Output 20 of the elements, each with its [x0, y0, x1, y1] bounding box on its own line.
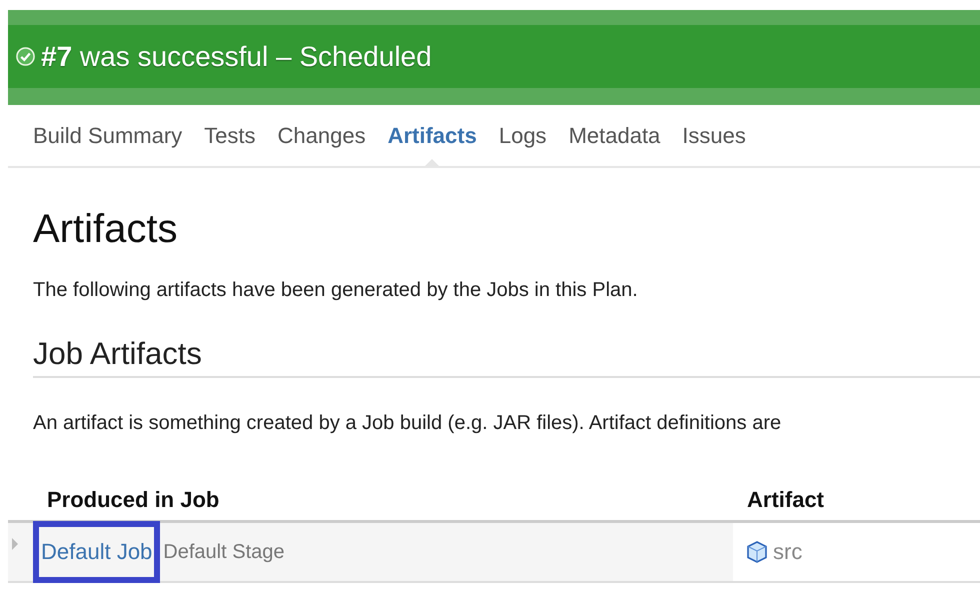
intro-text: The following artifacts have been generated by the Jobs in this Plan.: [33, 279, 639, 302]
check-circle-icon: [16, 47, 35, 66]
tab[interactable]: Artifacts: [376, 105, 488, 166]
expand-icon[interactable]: [12, 538, 18, 550]
tab[interactable]: Changes: [266, 105, 377, 166]
tab[interactable]: Logs: [488, 105, 558, 166]
cube-icon: [747, 541, 767, 563]
tab[interactable]: Metadata: [558, 105, 672, 166]
tab[interactable]: Tests: [193, 105, 267, 166]
tab[interactable]: Build Summary: [22, 105, 194, 166]
stage-name: Default Stage: [163, 540, 284, 564]
page-heading: Artifacts: [33, 206, 178, 252]
section-description: An artifact is something created by a Job build (e.g. JAR files). Artifact definitions are: [33, 412, 782, 435]
build-title: #7 was successful – Scheduled: [41, 40, 432, 72]
section-heading: Job Artifacts: [33, 336, 980, 378]
column-header: Artifact: [746, 487, 826, 513]
job-link[interactable]: Default Job: [33, 521, 160, 583]
column-header: Produced in Job: [46, 487, 220, 513]
artifact-link[interactable]: src: [773, 539, 802, 565]
tab[interactable]: Issues: [671, 105, 757, 166]
